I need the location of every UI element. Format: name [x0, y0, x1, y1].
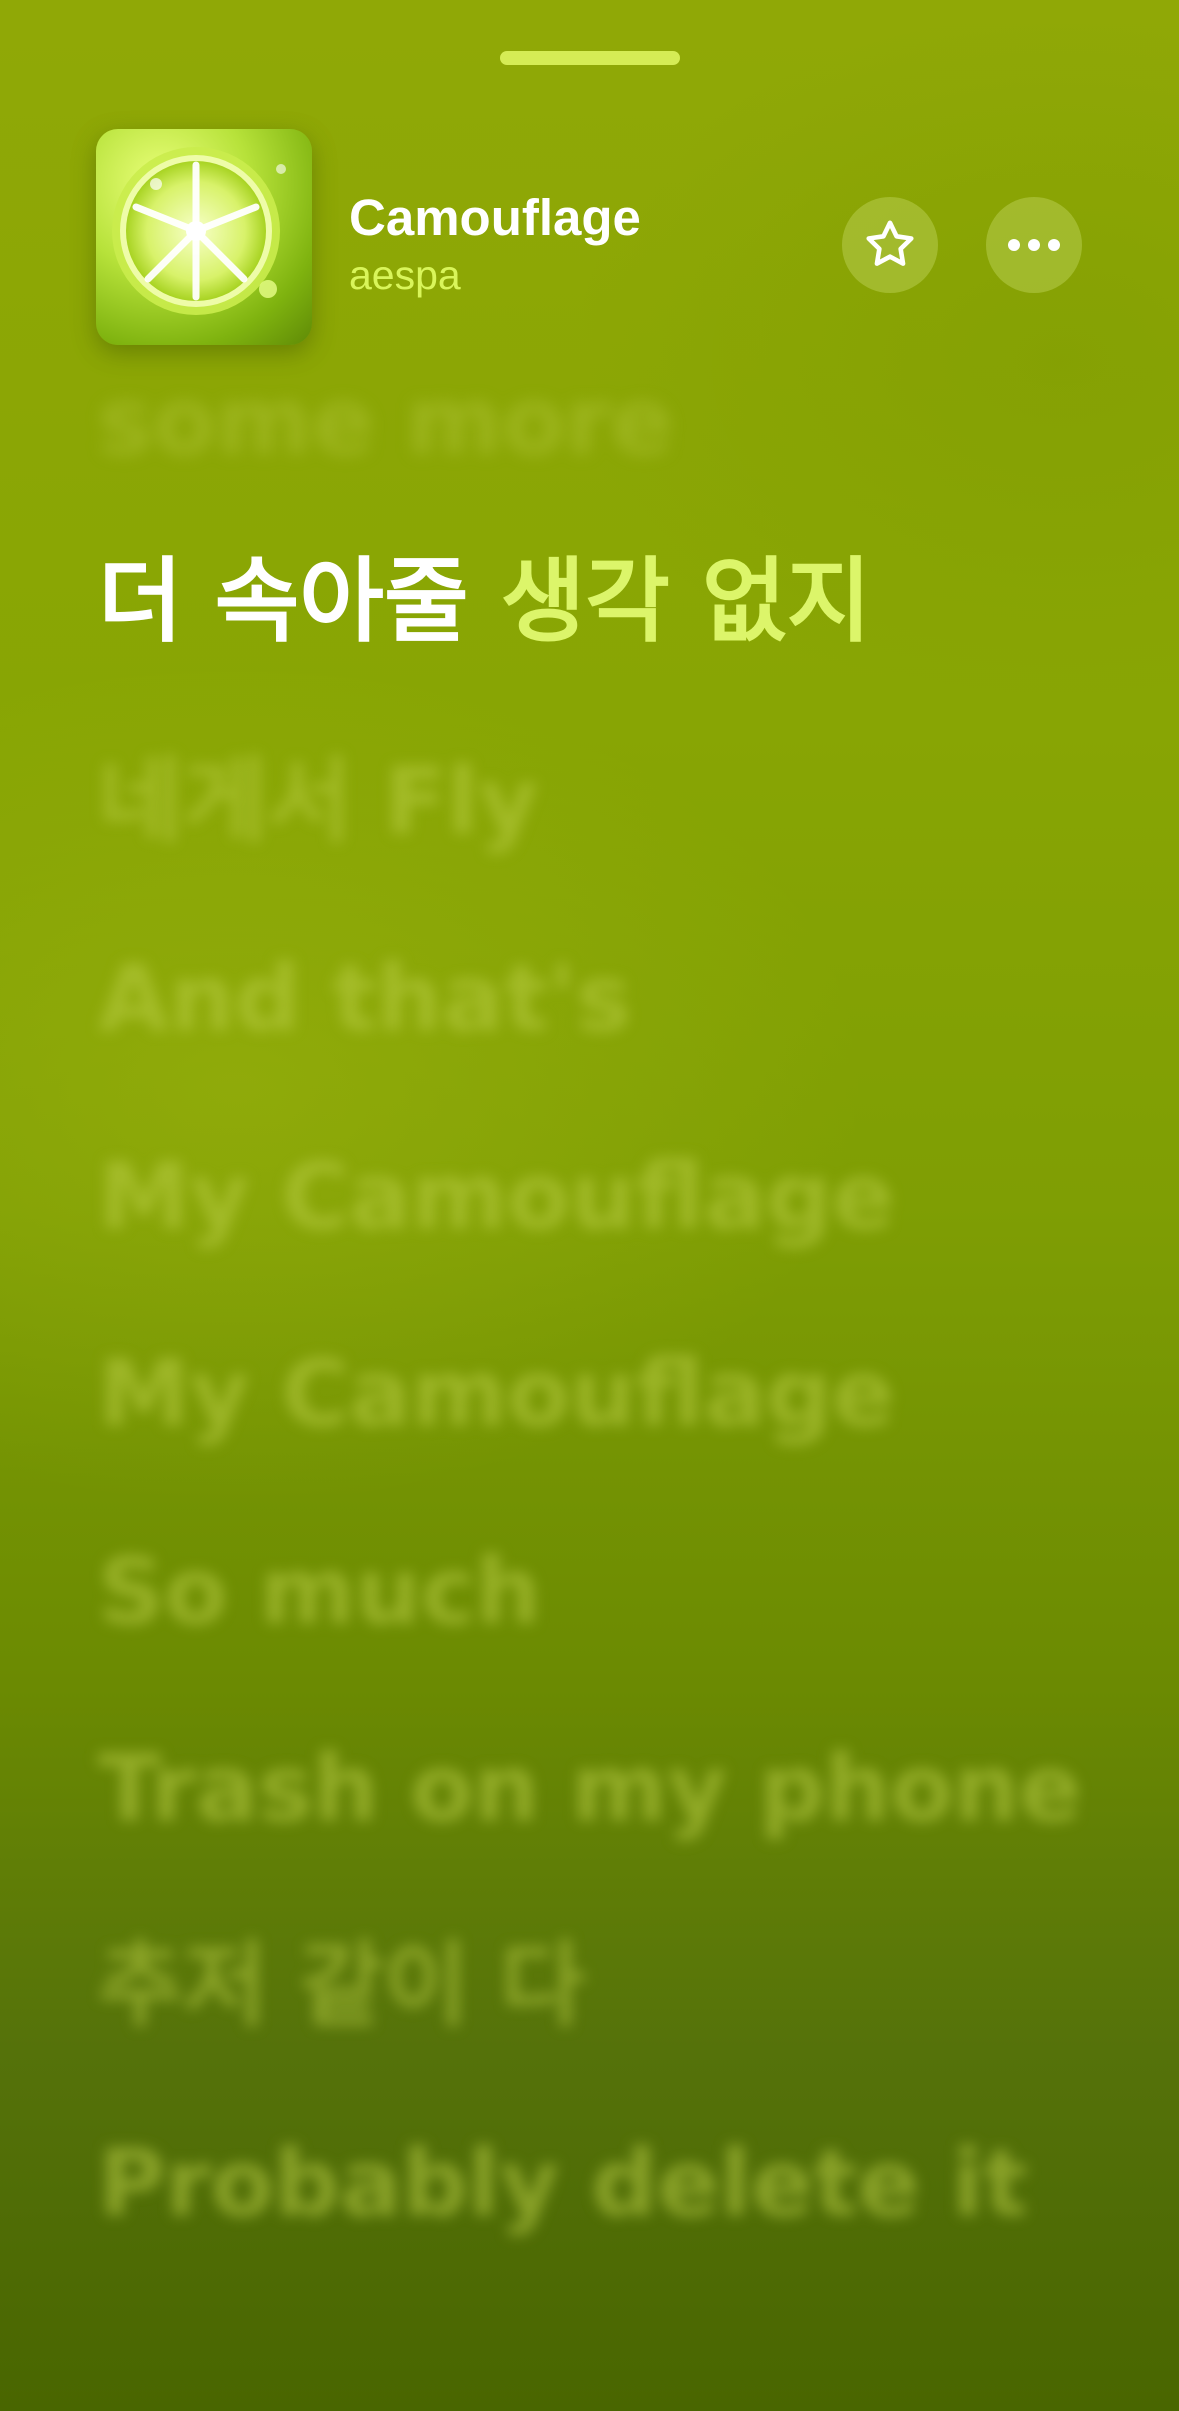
lyric-line[interactable]: So much: [98, 1546, 541, 1638]
lyrics-view[interactable]: some more 더 속아줄 생각 없지 네게서 Fly And that's…: [98, 0, 1138, 2411]
lyric-line[interactable]: 네게서 Fly: [98, 756, 538, 848]
lyric-sung-text: 더 속아줄: [98, 548, 501, 655]
lyric-line[interactable]: Trash on my phone: [98, 1743, 1081, 1835]
lyric-line[interactable]: And that's: [98, 953, 631, 1045]
lyric-line[interactable]: 추저 같이 다: [98, 1940, 585, 2032]
lyric-line[interactable]: Probably delete it: [98, 2138, 1027, 2230]
lyric-line[interactable]: My Camouflage: [98, 1348, 894, 1440]
lyric-line[interactable]: My Camouflage: [98, 1151, 894, 1243]
lyric-line-previous[interactable]: some more: [98, 376, 673, 468]
lyric-line-current[interactable]: 더 속아줄 생각 없지: [98, 556, 871, 648]
lyric-upcoming-text: 생각 없지: [500, 548, 872, 655]
